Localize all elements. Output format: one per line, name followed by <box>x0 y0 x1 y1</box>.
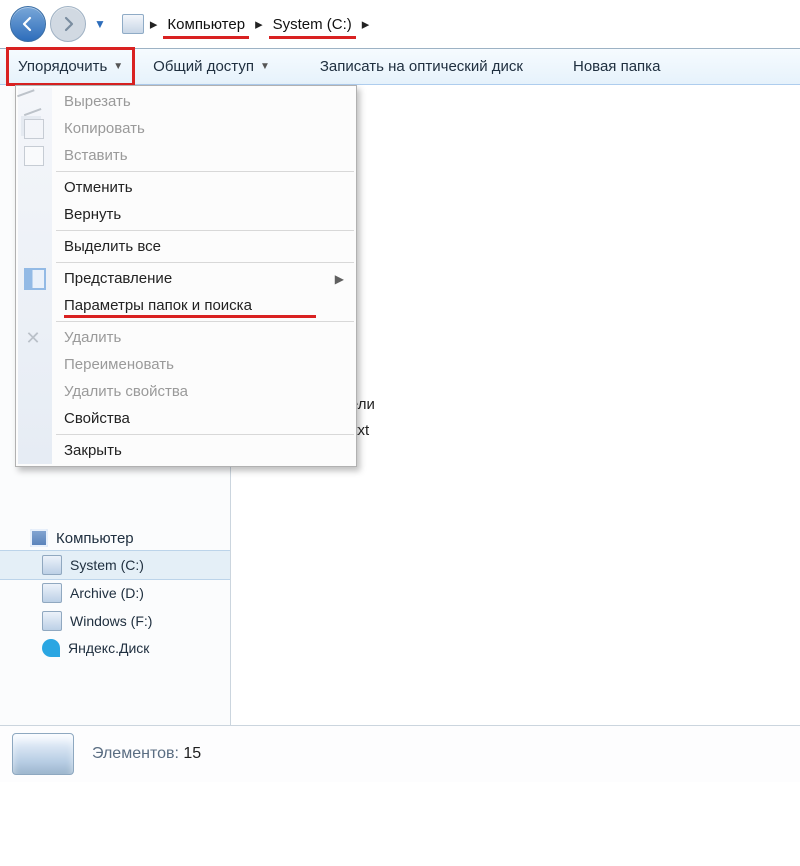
back-button[interactable] <box>10 6 46 42</box>
status-label: Элементов: <box>92 745 179 762</box>
address-bar: ▼ ▸ Компьютер ▸ System (C:) ▸ <box>0 0 800 49</box>
menu-close[interactable]: Закрыть <box>16 437 356 464</box>
drive-icon <box>122 14 144 34</box>
copy-icon <box>24 119 44 139</box>
nav-system-c-label: System (C:) <box>70 557 144 573</box>
menu-close-label: Закрыть <box>64 442 122 459</box>
organize-label: Упорядочить <box>18 58 107 75</box>
nav-computer[interactable]: Компьютер <box>0 525 230 551</box>
separator <box>56 262 354 263</box>
chevron-icon: ▸ <box>150 15 158 33</box>
nav-windows-f[interactable]: Windows (F:) <box>0 607 230 635</box>
caret-icon: ▼ <box>260 61 270 72</box>
menu-remove-properties[interactable]: Удалить свойства <box>16 378 356 405</box>
menu-select-all[interactable]: Выделить все <box>16 233 356 260</box>
nav-archive-d[interactable]: Archive (D:) <box>0 579 230 607</box>
forward-button[interactable] <box>50 6 86 42</box>
menu-folder-options-label: Параметры папок и поиска <box>64 297 252 314</box>
nav-yandex-disk[interactable]: Яндекс.Диск <box>0 635 230 661</box>
layout-icon <box>24 268 46 290</box>
menu-redo[interactable]: Вернуть <box>16 201 356 228</box>
menu-layout[interactable]: Представление ▶ <box>16 265 356 292</box>
drive-icon <box>42 555 62 575</box>
status-count: 15 <box>183 745 201 762</box>
breadcrumb-computer[interactable]: Компьютер <box>163 14 249 35</box>
organize-menu: Вырезать Копировать Вставить Отменить Ве… <box>15 85 357 467</box>
menu-paste-label: Вставить <box>64 147 128 164</box>
nav-archive-d-label: Archive (D:) <box>70 585 144 601</box>
menu-paste[interactable]: Вставить <box>16 142 356 169</box>
menu-select-all-label: Выделить все <box>64 238 161 255</box>
new-folder-button[interactable]: Новая папка <box>563 49 670 84</box>
menu-rename-label: Переименовать <box>64 356 174 373</box>
nav-windows-f-label: Windows (F:) <box>70 613 152 629</box>
menu-undo[interactable]: Отменить <box>16 174 356 201</box>
delete-icon: ✕ <box>24 329 42 347</box>
menu-properties[interactable]: Свойства <box>16 405 356 432</box>
organize-button[interactable]: Упорядочить ▼ <box>8 49 133 84</box>
burn-label: Записать на оптический диск <box>320 58 523 75</box>
menu-folder-options[interactable]: Параметры папок и поиска <box>16 292 356 319</box>
share-button[interactable]: Общий доступ ▼ <box>143 49 280 84</box>
separator <box>56 171 354 172</box>
burn-button[interactable]: Записать на оптический диск <box>310 49 533 84</box>
menu-layout-label: Представление <box>64 270 172 287</box>
chevron-icon: ▸ <box>362 15 370 33</box>
menu-properties-label: Свойства <box>64 410 130 427</box>
nav-computer-label: Компьютер <box>56 530 134 547</box>
menu-redo-label: Вернуть <box>64 206 121 223</box>
separator <box>56 321 354 322</box>
menu-delete[interactable]: ✕ Удалить <box>16 324 356 351</box>
nav-system-c[interactable]: System (C:) <box>0 550 230 580</box>
menu-undo-label: Отменить <box>64 179 133 196</box>
toolbar: Упорядочить ▼ Общий доступ ▼ Записать на… <box>0 49 800 85</box>
menu-remove-properties-label: Удалить свойства <box>64 383 188 400</box>
caret-icon: ▼ <box>113 61 123 72</box>
menu-cut[interactable]: Вырезать <box>16 88 356 115</box>
breadcrumb: ▸ Компьютер ▸ System (C:) ▸ <box>114 14 369 35</box>
paste-icon <box>24 146 44 166</box>
menu-copy-label: Копировать <box>64 120 145 137</box>
nav-yandex-label: Яндекс.Диск <box>68 640 149 656</box>
menu-cut-label: Вырезать <box>64 93 131 110</box>
recent-locations-dropdown[interactable]: ▼ <box>90 17 110 31</box>
chevron-icon: ▸ <box>255 15 263 33</box>
drive-icon <box>42 583 62 603</box>
main-area: Компьютер System (C:) Archive (D:) Windo… <box>0 85 800 725</box>
drive-icon <box>42 611 62 631</box>
separator <box>56 230 354 231</box>
drive-icon <box>12 733 74 775</box>
breadcrumb-drive[interactable]: System (C:) <box>269 14 356 35</box>
new-folder-label: Новая папка <box>573 58 660 75</box>
menu-delete-label: Удалить <box>64 329 121 346</box>
share-label: Общий доступ <box>153 58 254 75</box>
chevron-right-icon: ▶ <box>335 272 344 286</box>
computer-icon <box>30 529 48 547</box>
cloud-icon <box>42 639 60 657</box>
separator <box>56 434 354 435</box>
cut-icon <box>17 89 41 116</box>
menu-copy[interactable]: Копировать <box>16 115 356 142</box>
status-bar: Элементов: 15 <box>0 725 800 782</box>
menu-rename[interactable]: Переименовать <box>16 351 356 378</box>
